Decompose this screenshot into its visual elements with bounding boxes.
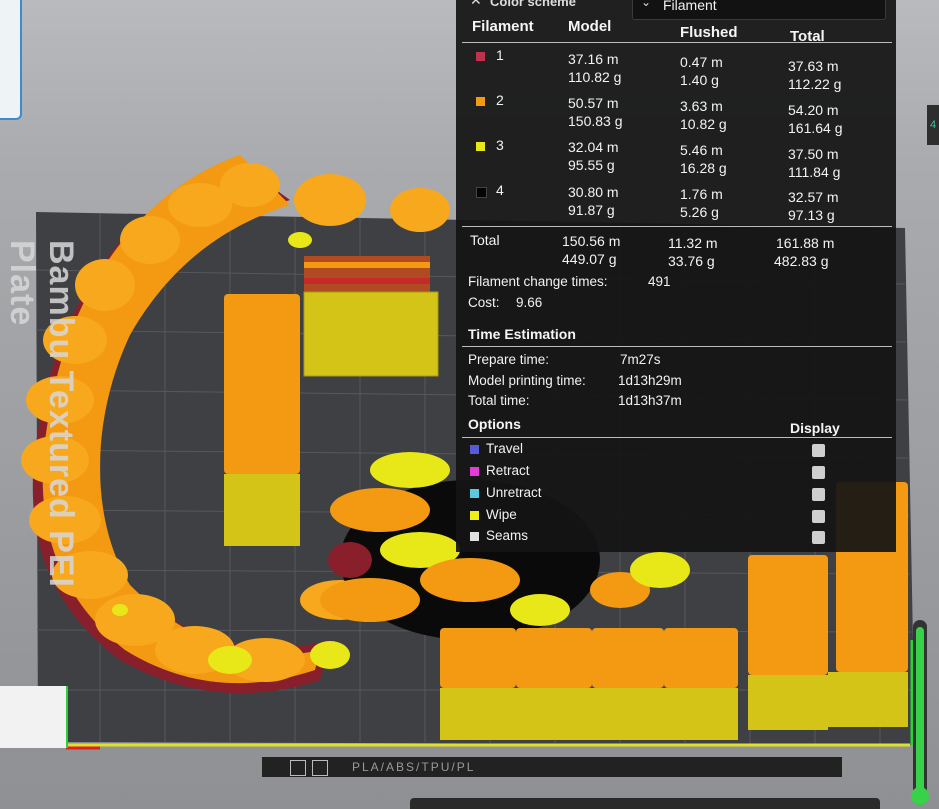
plate-filament-types: PLA/ABS/TPU/PL (352, 760, 476, 774)
option-travel-label: Travel (486, 441, 524, 456)
wipe-swatch (470, 511, 479, 520)
option-travel-toggle[interactable] (812, 444, 825, 457)
gcode-legend-panel: ✕ Color scheme ⌄ Filament Filament Model… (456, 0, 896, 552)
cost-value: 9.66 (516, 295, 543, 310)
orientation-cube[interactable] (0, 686, 68, 748)
option-unretract-label: Unretract (486, 485, 542, 500)
filament-1-flushed-weight: 1.40 g (680, 72, 719, 88)
filament-1-model-length: 37.16 m (568, 51, 619, 67)
plate-settings-icon[interactable] (290, 760, 306, 776)
color-scheme-value: Filament (663, 0, 717, 13)
unretract-swatch (470, 489, 479, 498)
filament-3-total-weight: 111.84 g (788, 164, 841, 180)
filament-1-total-weight: 112.22 g (788, 76, 842, 92)
filament-3-flushed-length: 5.46 m (680, 142, 723, 158)
layer-slider-fill (916, 627, 924, 797)
options-title: Options (468, 416, 521, 432)
filament-3-id: 3 (496, 137, 504, 153)
layer-number-badge: 4 (927, 105, 939, 145)
prepare-time-label: Prepare time: (468, 352, 550, 367)
filament-2-total-length: 54.20 m (788, 102, 839, 118)
model-printing-time-value: 1d13h29m (618, 373, 682, 388)
filament-2-flushed-weight: 10.82 g (680, 116, 727, 132)
filament-4-total-weight: 97.13 g (788, 207, 835, 223)
chevron-down-icon: ⌄ (641, 0, 652, 9)
filament-2-flushed-length: 3.63 m (680, 98, 723, 114)
filament-1-model-weight: 110.82 g (568, 69, 622, 85)
filament-4-total-length: 32.57 m (788, 189, 839, 205)
total-time-value: 1d13h37m (618, 393, 682, 408)
filament-2-swatch (476, 97, 485, 106)
filament-1-id: 1 (496, 47, 504, 63)
filament-change-label: Filament change times: (468, 274, 608, 289)
total-flushed-length: 11.32 m (668, 235, 718, 251)
option-wipe-label: Wipe (486, 507, 517, 522)
retract-swatch (470, 467, 479, 476)
seams-swatch (470, 532, 479, 541)
filament-3-flushed-weight: 16.28 g (680, 160, 727, 176)
filament-2-model-length: 50.57 m (568, 95, 619, 111)
top-left-panel (0, 0, 22, 120)
header-divider (462, 42, 892, 43)
display-column-label: Display (790, 420, 840, 436)
color-scheme-label: Color scheme (490, 0, 576, 9)
filament-1-total-length: 37.63 m (788, 58, 839, 74)
option-retract-toggle[interactable] (812, 466, 825, 479)
3d-viewport[interactable]: Bambu Textured PEI Plate PLA/ABS/TPU/PL … (0, 0, 939, 809)
header-model: Model (568, 18, 612, 35)
filament-3-model-length: 32.04 m (568, 139, 619, 155)
filament-3-total-length: 37.50 m (788, 146, 839, 162)
color-scheme-dropdown[interactable]: ⌄ Filament (632, 0, 886, 20)
model-printing-time-label: Model printing time: (468, 373, 586, 388)
option-unretract-toggle[interactable] (812, 488, 825, 501)
filament-4-id: 4 (496, 182, 504, 198)
option-seams-toggle[interactable] (812, 531, 825, 544)
total-total-weight: 482.83 g (774, 253, 829, 269)
filament-2-id: 2 (496, 92, 504, 108)
header-flushed: Flushed (680, 24, 738, 41)
plate-filament-strip: PLA/ABS/TPU/PL (262, 757, 842, 777)
travel-swatch (470, 445, 479, 454)
filament-change-value: 491 (648, 274, 671, 289)
layer-slider[interactable] (911, 620, 929, 805)
filament-4-flushed-weight: 5.26 g (680, 204, 719, 220)
filament-2-model-weight: 150.83 g (568, 113, 623, 129)
filament-4-swatch (476, 187, 487, 198)
plate-lock-icon[interactable] (312, 760, 328, 776)
filament-3-model-weight: 95.55 g (568, 157, 615, 173)
total-time-label: Total time: (468, 393, 530, 408)
filament-4-model-length: 30.80 m (568, 184, 619, 200)
options-divider (462, 437, 892, 438)
total-total-length: 161.88 m (776, 235, 835, 251)
bottom-notification-bar (410, 798, 880, 809)
filament-1-swatch (476, 52, 485, 61)
cost-label: Cost: (468, 295, 500, 310)
filament-4-flushed-length: 1.76 m (680, 186, 723, 202)
option-retract-label: Retract (486, 463, 530, 478)
option-wipe-toggle[interactable] (812, 510, 825, 523)
total-label: Total (470, 232, 500, 248)
filament-3-swatch (476, 142, 485, 151)
total-model-length: 150.56 m (562, 233, 621, 249)
time-divider (462, 346, 892, 347)
plate-side-label: Bambu Textured PEI Plate (3, 240, 80, 588)
total-model-weight: 449.07 g (562, 251, 617, 267)
option-seams-label: Seams (486, 528, 529, 543)
total-flushed-weight: 33.76 g (668, 253, 715, 269)
filament-4-model-weight: 91.87 g (568, 202, 615, 218)
time-estimation-title: Time Estimation (468, 326, 576, 342)
prepare-time-value: 7m27s (620, 352, 661, 367)
filament-1-flushed-length: 0.47 m (680, 54, 723, 70)
total-divider (462, 226, 892, 227)
collapse-icon[interactable]: ✕ (470, 0, 482, 9)
filament-2-total-weight: 161.64 g (788, 120, 843, 136)
header-filament: Filament (472, 18, 534, 35)
layer-slider-handle[interactable] (911, 787, 929, 805)
